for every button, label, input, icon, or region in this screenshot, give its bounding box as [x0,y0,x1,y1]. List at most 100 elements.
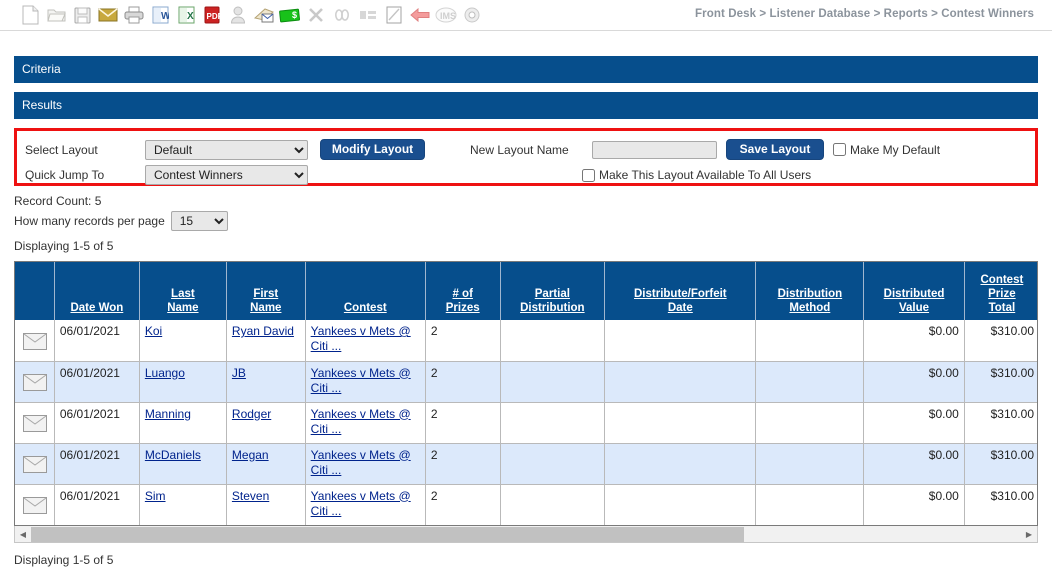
cell-distribute-forfeit-date [604,361,757,403]
first-name-link[interactable]: JB [232,366,246,380]
column-header-last-name[interactable]: Last Name [139,262,227,320]
column-header-contest-prize-total[interactable]: Contest Prize Total [964,262,1037,320]
row-envelope-icon-cell[interactable] [15,320,55,362]
last-name-link[interactable]: Luango [145,366,185,380]
scrollbar-thumb[interactable] [31,526,744,542]
cell-num-prizes: 2 [425,320,501,362]
available-all-users-checkbox[interactable] [582,168,595,182]
last-name-link[interactable]: Sim [145,489,166,503]
envelope-icon[interactable] [23,415,48,433]
contest-link[interactable]: Yankees v Mets @ Citi ... [311,407,411,436]
cell-last-name[interactable]: McDaniels [139,443,227,485]
mail-merge-icon[interactable] [252,3,276,27]
column-header-contest[interactable]: Contest [305,262,426,320]
new-layout-name-input[interactable] [592,140,717,159]
contest-link[interactable]: Yankees v Mets @ Citi ... [311,366,411,395]
cell-first-name[interactable]: Megan [226,443,306,485]
export-pdf-icon[interactable]: PDF [200,3,224,27]
cell-contest[interactable]: Yankees v Mets @ Citi ... [305,443,426,485]
row-envelope-icon-cell[interactable] [15,484,55,525]
table-header-row: Date Won Last Name First Name Contest # of… [15,262,1037,320]
contest-link[interactable]: Yankees v Mets @ Citi ... [311,324,411,353]
first-name-link[interactable]: Megan [232,448,269,462]
column-header-first-name[interactable]: First Name [226,262,306,320]
cell-distributed-value: $0.00 [863,443,965,485]
contest-link[interactable]: Yankees v Mets @ Citi ... [311,448,411,477]
cell-distribute-forfeit-date [604,402,757,444]
table-row[interactable]: 06/01/2021 Manning Rodger Yankees v Mets… [15,402,1037,444]
save-layout-button[interactable]: Save Layout [726,139,824,160]
info-badge-icon[interactable]: IMS [434,3,458,27]
envelope-icon[interactable] [23,497,48,515]
cell-first-name[interactable]: Ryan David [226,320,306,362]
cell-contest[interactable]: Yankees v Mets @ Citi ... [305,361,426,403]
envelope-icon[interactable] [23,332,48,350]
link-chain-icon[interactable] [330,3,354,27]
table-row[interactable]: 06/01/2021 Koi Ryan David Yankees v Mets… [15,320,1037,362]
table-row[interactable]: 06/01/2021 McDaniels Megan Yankees v Met… [15,443,1037,485]
modify-layout-button[interactable]: Modify Layout [320,139,425,160]
make-my-default-group: Make My Default [833,143,940,157]
edit-note-icon[interactable] [382,3,406,27]
last-name-link[interactable]: McDaniels [145,448,201,462]
cell-contest[interactable]: Yankees v Mets @ Citi ... [305,320,426,362]
delete-x-icon[interactable] [304,3,328,27]
cell-last-name[interactable]: Manning [139,402,227,444]
records-per-page-dropdown[interactable]: 15 [170,211,228,231]
cell-distributed-value: $0.00 [863,361,965,403]
column-header-partial-distribution[interactable]: Partial Distribution [500,262,606,320]
quick-jump-dropdown[interactable]: Contest Winners [145,165,308,185]
envelope-icon[interactable] [23,374,48,392]
available-all-users-label: Make This Layout Available To All Users [599,168,812,182]
row-envelope-icon-cell[interactable] [15,443,55,485]
settings-gear-icon[interactable] [460,3,484,27]
cell-contest[interactable]: Yankees v Mets @ Citi ... [305,484,426,525]
scroll-right-arrow-icon[interactable]: ▶ [1021,527,1037,542]
cell-first-name[interactable]: JB [226,361,306,403]
cell-first-name[interactable]: Rodger [226,402,306,444]
money-cash-icon[interactable]: $ [278,3,302,27]
results-section-header[interactable]: Results [14,92,1038,119]
last-name-link[interactable]: Koi [145,324,162,338]
column-header-num-prizes[interactable]: # of Prizes [425,262,501,320]
breadcrumb[interactable]: Front Desk > Listener Database > Reports… [695,8,1034,20]
column-header-distribute-forfeit-date[interactable]: Distribute/Forfeit Date [604,262,757,320]
export-word-icon[interactable]: W [148,3,172,27]
cell-first-name[interactable]: Steven [226,484,306,525]
contest-link[interactable]: Yankees v Mets @ Citi ... [311,489,411,518]
cell-last-name[interactable]: Sim [139,484,227,525]
last-name-link[interactable]: Manning [145,407,191,421]
new-document-icon[interactable] [18,3,42,27]
envelope-icon[interactable] [23,456,48,474]
save-floppy-icon[interactable] [70,3,94,27]
cell-date-won: 06/01/2021 [54,361,140,403]
row-envelope-icon-cell[interactable] [15,402,55,444]
results-table-container: Date Won Last Name First Name Contest # of… [14,261,1038,526]
open-folder-icon[interactable] [44,3,68,27]
back-arrow-icon[interactable] [408,3,432,27]
first-name-link[interactable]: Steven [232,489,269,503]
results-table: Date Won Last Name First Name Contest # of… [15,262,1037,525]
row-envelope-icon-cell[interactable] [15,361,55,403]
column-header-date-won[interactable]: Date Won [54,262,140,320]
select-layout-dropdown[interactable]: Default [145,139,308,160]
table-row[interactable]: 06/01/2021 Sim Steven Yankees v Mets @ C… [15,484,1037,525]
column-header-distribution-method[interactable]: Distribution Method [755,262,865,320]
horizontal-scrollbar[interactable]: ◀ ▶ [14,526,1038,543]
first-name-link[interactable]: Rodger [232,407,271,421]
list-icon[interactable] [356,3,380,27]
cell-last-name[interactable]: Luango [139,361,227,403]
user-icon[interactable] [226,3,250,27]
column-header-distributed-value[interactable]: Distributed Value [863,262,965,320]
scroll-left-arrow-icon[interactable]: ◀ [15,527,31,542]
criteria-section-header[interactable]: Criteria [14,56,1038,83]
cell-last-name[interactable]: Koi [139,320,227,362]
cell-contest[interactable]: Yankees v Mets @ Citi ... [305,402,426,444]
first-name-link[interactable]: Ryan David [232,324,294,338]
export-excel-icon[interactable]: X [174,3,198,27]
scrollbar-track[interactable] [31,526,1021,542]
email-envelope-icon[interactable] [96,3,120,27]
table-row[interactable]: 06/01/2021 Luango JB Yankees v Mets @ Ci… [15,361,1037,403]
print-icon[interactable] [122,3,146,27]
make-my-default-checkbox[interactable] [833,143,846,156]
